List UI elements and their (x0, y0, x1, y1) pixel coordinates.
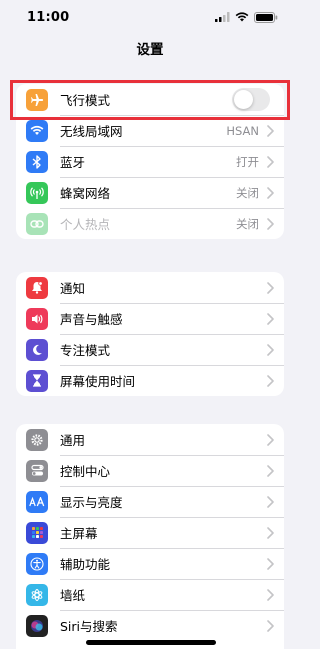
cellular-row[interactable]: 蜂窝网络 关闭 (16, 177, 284, 208)
focus-row[interactable]: 专注模式 (16, 334, 284, 365)
connectivity-group: 飞行模式 无线局域网 HSAN 蓝牙 打开 蜂窝网络 关闭 个人热点 关闭 (16, 84, 284, 239)
home-screen-row[interactable]: 主屏幕 (16, 517, 284, 548)
siri-label: Siri与搜索 (60, 619, 118, 634)
screen-time-row[interactable]: 屏幕使用时间 (16, 365, 284, 396)
airplane-mode-toggle[interactable] (232, 88, 270, 111)
chevron-right-icon (267, 312, 274, 325)
general-group: 通用 控制中心 显示与亮度 主屏幕 辅助功能 墙纸 Siri与搜索 (16, 424, 284, 649)
home-indicator[interactable] (86, 640, 216, 645)
cellular-label: 蜂窝网络 (60, 186, 111, 201)
chevron-right-icon (267, 124, 274, 137)
chevron-right-icon (267, 619, 274, 632)
battery-icon (254, 11, 278, 23)
wifi-value: HSAN (226, 123, 259, 138)
notifications-group: 通知 声音与触感 专注模式 屏幕使用时间 (16, 272, 284, 396)
hotspot-icon (26, 212, 48, 235)
chevron-right-icon (267, 495, 274, 508)
wifi-icon (26, 119, 48, 142)
cellular-icon (26, 181, 48, 204)
airplane-mode-label: 飞行模式 (60, 93, 111, 108)
wifi-row[interactable]: 无线局域网 HSAN (16, 115, 284, 146)
cellular-value: 关闭 (236, 185, 259, 200)
accessibility-row[interactable]: 辅助功能 (16, 548, 284, 579)
status-bar: 11:00 (0, 0, 300, 34)
airplane-mode-row: 飞行模式 (16, 84, 284, 115)
siri-icon (26, 614, 48, 637)
hotspot-label: 个人热点 (60, 217, 111, 232)
control-center-label: 控制中心 (60, 464, 111, 479)
siri-row[interactable]: Siri与搜索 (16, 610, 284, 641)
notifications-icon (26, 276, 48, 299)
wifi-status-icon (235, 12, 249, 22)
airplane-icon (26, 88, 48, 111)
hotspot-row[interactable]: 个人热点 关闭 (16, 208, 284, 239)
chevron-right-icon (267, 281, 274, 294)
home-grid-icon (26, 521, 48, 544)
sound-icon (26, 307, 48, 330)
signal-icon (215, 12, 230, 22)
chevron-right-icon (267, 343, 274, 356)
display-label: 显示与亮度 (60, 495, 123, 510)
notifications-row[interactable]: 通知 (16, 272, 284, 303)
bluetooth-value: 打开 (236, 154, 259, 169)
accessibility-icon (26, 552, 48, 575)
chevron-right-icon (267, 374, 274, 387)
sound-label: 声音与触感 (60, 312, 123, 327)
toggles-icon (26, 459, 48, 482)
text-size-icon (26, 490, 48, 513)
display-row[interactable]: 显示与亮度 (16, 486, 284, 517)
chevron-right-icon (267, 526, 274, 539)
status-time: 11:00 (27, 9, 70, 25)
general-row[interactable]: 通用 (16, 424, 284, 455)
control-center-row[interactable]: 控制中心 (16, 455, 284, 486)
chevron-right-icon (267, 186, 274, 199)
hotspot-value: 关闭 (236, 216, 259, 231)
moon-icon (26, 338, 48, 361)
hourglass-icon (26, 369, 48, 392)
chevron-right-icon (267, 433, 274, 446)
chevron-right-icon (267, 155, 274, 168)
notifications-label: 通知 (60, 281, 86, 296)
sound-row[interactable]: 声音与触感 (16, 303, 284, 334)
chevron-right-icon (267, 588, 274, 601)
toggle-knob (234, 90, 253, 109)
bluetooth-label: 蓝牙 (60, 155, 86, 170)
bluetooth-icon (26, 150, 48, 173)
wallpaper-icon (26, 583, 48, 606)
chevron-right-icon (267, 464, 274, 477)
page-title: 设置 (136, 42, 164, 58)
screen-time-label: 屏幕使用时间 (60, 374, 136, 389)
bluetooth-row[interactable]: 蓝牙 打开 (16, 146, 284, 177)
chevron-right-icon (267, 557, 274, 570)
general-label: 通用 (60, 433, 86, 448)
wifi-label: 无线局域网 (60, 124, 123, 139)
gear-icon (26, 428, 48, 451)
focus-label: 专注模式 (60, 343, 111, 358)
status-icons (215, 11, 278, 23)
wallpaper-row[interactable]: 墙纸 (16, 579, 284, 610)
wallpaper-label: 墙纸 (60, 588, 86, 603)
accessibility-label: 辅助功能 (60, 557, 111, 572)
chevron-right-icon (267, 217, 274, 230)
home-screen-label: 主屏幕 (60, 526, 98, 541)
